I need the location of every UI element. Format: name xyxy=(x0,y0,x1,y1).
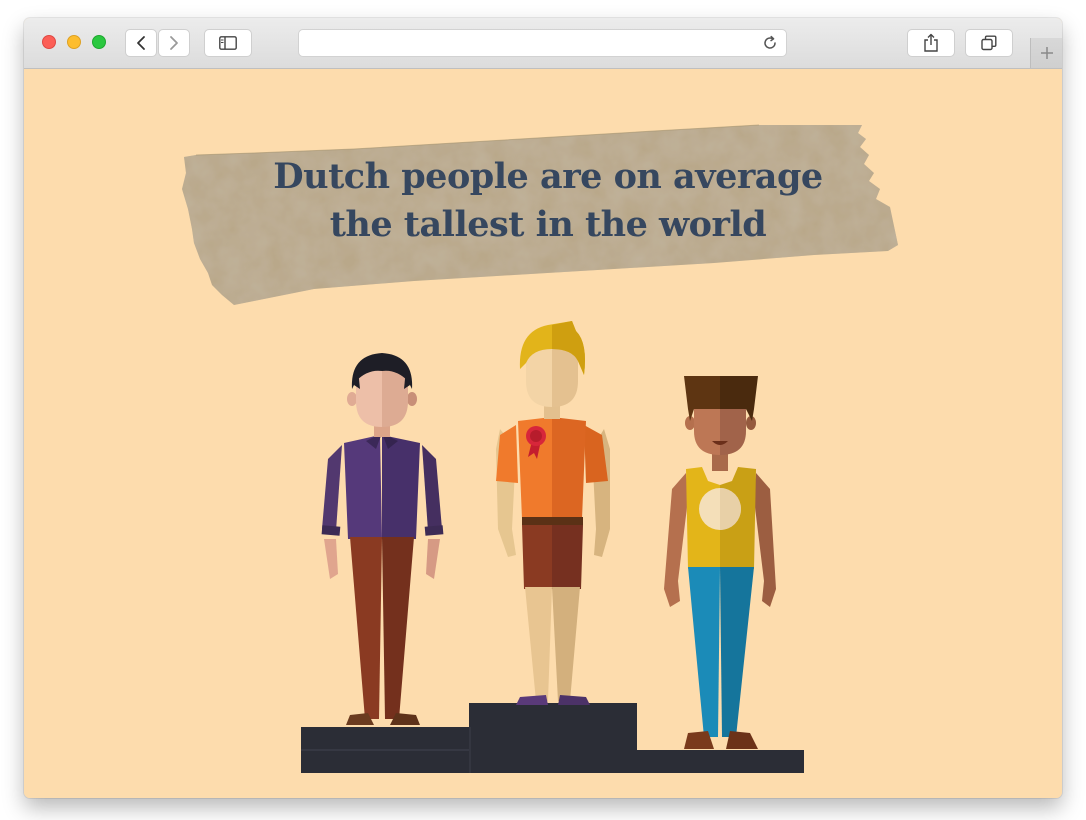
show-tabs-button[interactable] xyxy=(965,29,1013,57)
person-middle xyxy=(496,321,610,705)
plus-icon xyxy=(1040,47,1053,59)
browser-window: Dutch people are on average the tallest … xyxy=(24,18,1062,798)
page-headline: Dutch people are on average the tallest … xyxy=(184,153,912,249)
forward-button[interactable] xyxy=(158,29,190,57)
person-right xyxy=(664,376,776,749)
zoom-window-button[interactable] xyxy=(92,35,106,49)
headline-line-2: the tallest in the world xyxy=(329,204,767,245)
sidebar-button[interactable] xyxy=(204,29,252,57)
browser-toolbar xyxy=(24,18,1062,69)
minimize-window-button[interactable] xyxy=(67,35,81,49)
chevron-left-icon xyxy=(137,36,145,50)
headline-line-1: Dutch people are on average xyxy=(273,156,823,197)
close-window-button[interactable] xyxy=(42,35,56,49)
podium-third-place xyxy=(635,750,804,773)
reload-icon[interactable] xyxy=(762,35,778,51)
back-button[interactable] xyxy=(125,29,157,57)
share-icon xyxy=(924,33,938,52)
tabs-icon xyxy=(981,35,997,51)
sidebar-icon xyxy=(219,36,237,50)
share-button[interactable] xyxy=(907,29,955,57)
chevron-right-icon xyxy=(170,36,178,50)
page-content: Dutch people are on average the tallest … xyxy=(24,69,1062,798)
address-bar[interactable] xyxy=(298,29,787,57)
podium-first-place xyxy=(469,703,637,773)
new-tab-button[interactable] xyxy=(1030,38,1062,68)
person-left xyxy=(321,353,444,725)
